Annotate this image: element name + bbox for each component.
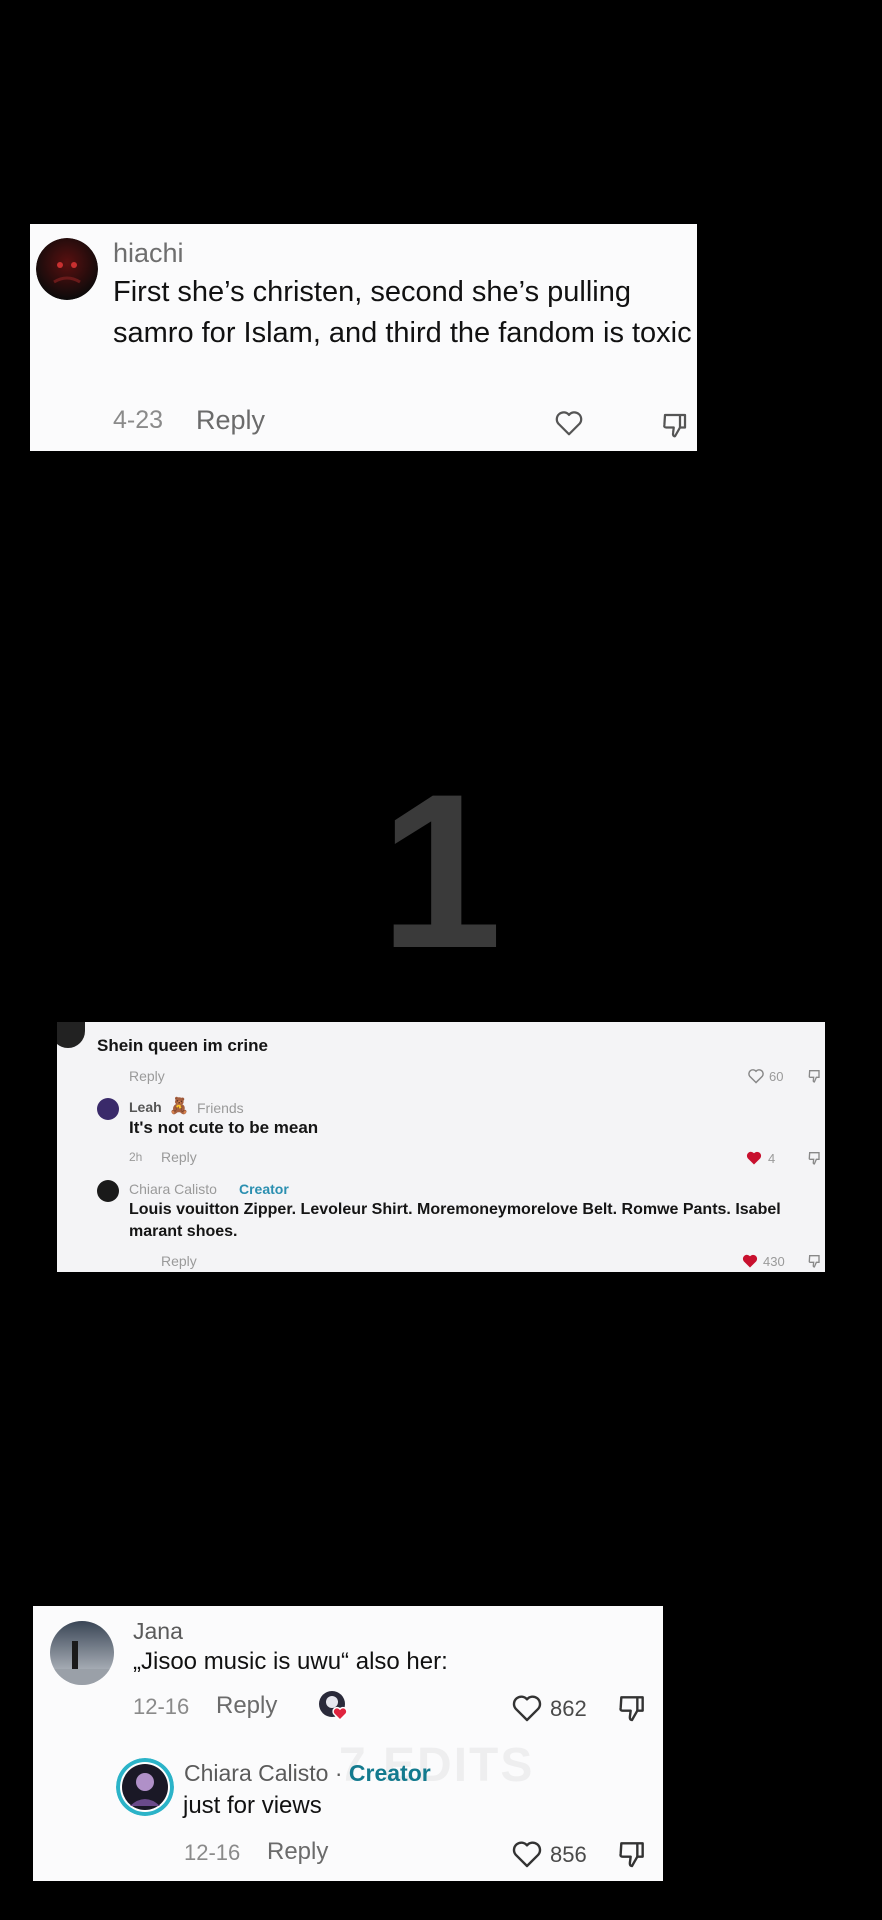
user-avatar[interactable] (36, 238, 98, 300)
reply-date: 12-16 (184, 1840, 241, 1865)
like-count: 4 (768, 1151, 776, 1166)
comment-text: First she’s christen, second she’s pulli… (113, 276, 692, 349)
user-avatar[interactable] (97, 1098, 119, 1120)
heart-filled-icon[interactable] (745, 1150, 763, 1166)
reply-button[interactable]: Reply (216, 1692, 277, 1720)
heart-icon[interactable] (511, 1693, 543, 1723)
bear-emoji-icon: 🧸 (169, 1098, 189, 1115)
creator-username[interactable]: Chiara Calisto (184, 1760, 328, 1786)
reply-button[interactable]: Reply (161, 1253, 197, 1269)
comment-card-jana: 7 EDITS Jana „Jisoo music is uwu“ also h… (33, 1606, 663, 1881)
heart-filled-icon[interactable] (741, 1253, 759, 1269)
comment-date: 4-23 (113, 406, 164, 434)
reply-button[interactable]: Reply (129, 1068, 165, 1084)
user-avatar[interactable] (57, 1022, 85, 1048)
comment-text: Shein queen im crine (97, 1036, 268, 1055)
comment-date: 12-16 (133, 1694, 190, 1719)
like-count: 856 (550, 1842, 587, 1867)
username[interactable]: hiachi (113, 238, 184, 269)
reply-button[interactable]: Reply (267, 1838, 328, 1866)
creator-avatar[interactable] (116, 1758, 174, 1816)
friends-label: Friends (197, 1100, 244, 1116)
dislike-icon[interactable] (616, 1692, 648, 1724)
comment-text: „Jisoo music is uwu“ also her: (133, 1648, 448, 1675)
heart-icon[interactable] (554, 409, 584, 437)
dislike-icon[interactable] (807, 1253, 823, 1269)
user-avatar[interactable] (97, 1180, 119, 1202)
like-count: 60 (769, 1069, 784, 1084)
creator-liked-avatar-icon (318, 1690, 350, 1722)
username[interactable]: Jana (133, 1618, 183, 1645)
heart-icon[interactable] (511, 1839, 543, 1869)
comment-text: Louis vouitton Zipper. Levoleur Shirt. M… (129, 1201, 781, 1240)
reply-button[interactable]: Reply (196, 405, 265, 436)
dislike-icon[interactable] (660, 410, 690, 440)
username[interactable]: Leah (129, 1099, 162, 1115)
comment-text: It's not cute to be mean (129, 1118, 319, 1137)
like-count: 862 (550, 1696, 587, 1721)
comment-card-blurred: Shein queen im crine Reply 60 Leah 🧸 Fri… (57, 1022, 825, 1272)
slide-number: 1 (379, 748, 503, 994)
heart-icon[interactable] (747, 1068, 765, 1084)
name-separator: · (328, 1760, 349, 1786)
dislike-icon[interactable] (807, 1068, 823, 1084)
user-avatar[interactable] (50, 1621, 114, 1685)
reply-button[interactable]: Reply (161, 1149, 197, 1165)
dislike-icon[interactable] (616, 1838, 648, 1870)
comment-card-hiachi: hiachi First she’s christen, second she’… (30, 224, 697, 451)
like-count: 430 (763, 1254, 785, 1269)
username[interactable]: Chiara Calisto (129, 1181, 217, 1197)
username[interactable]: Chiara Calisto · Creator (184, 1760, 431, 1787)
dislike-icon[interactable] (807, 1150, 823, 1166)
comment-time: 2h (129, 1150, 143, 1164)
reply-text: just for views (183, 1792, 322, 1819)
creator-badge: Creator (239, 1181, 289, 1197)
creator-badge: Creator (348, 1760, 431, 1786)
